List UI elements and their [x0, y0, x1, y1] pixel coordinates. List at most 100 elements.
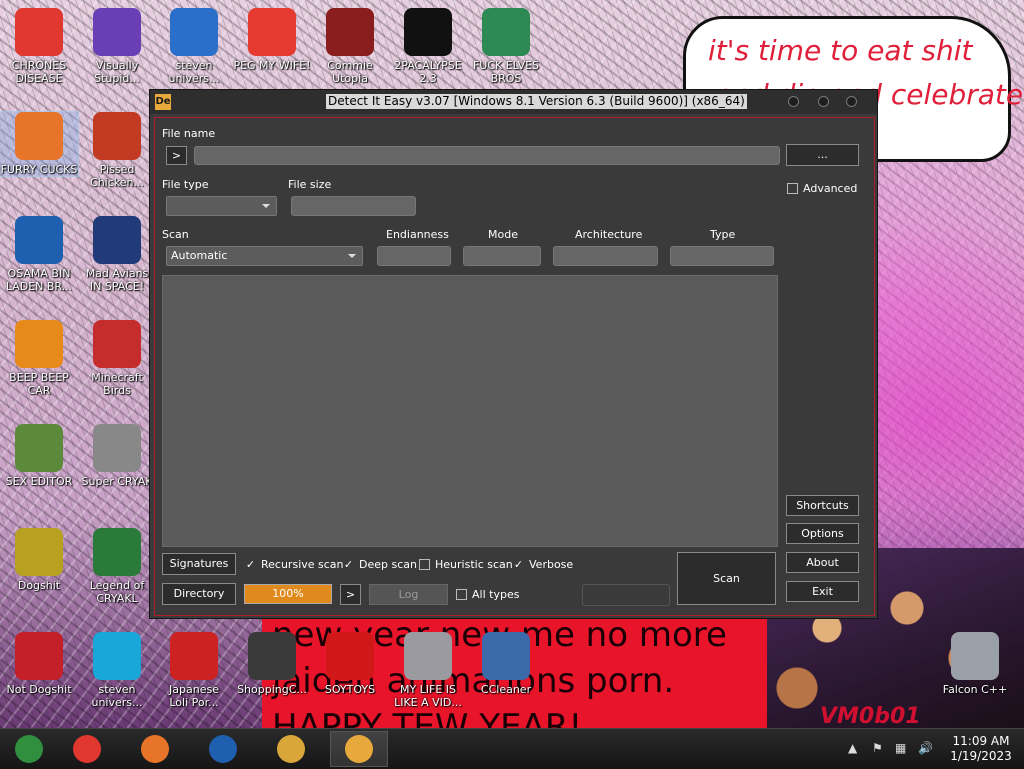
- desktop-shortcut[interactable]: SOYTOYS: [311, 632, 389, 696]
- all-types-checkbox[interactable]: All types: [456, 588, 519, 601]
- desktop-shortcut-label: Visually Stupid...: [94, 59, 140, 85]
- desktop-shortcut-label: PEG MY WIFE!: [233, 59, 311, 72]
- elf-icon: [482, 8, 530, 56]
- tray-clock[interactable]: 11:09 AM 1/19/2023: [946, 734, 1016, 764]
- desktop-shortcut-label: Pissed Chicken...: [90, 163, 144, 189]
- taskbar-item[interactable]: [0, 731, 58, 767]
- desktop-shortcut[interactable]: CCleaner: [467, 632, 545, 696]
- utopia-icon: [326, 8, 374, 56]
- results-area[interactable]: [162, 275, 778, 547]
- desktop-shortcut[interactable]: steven univers...: [78, 632, 156, 709]
- endianness-label: Endianness: [386, 228, 449, 241]
- trash-icon: [951, 632, 999, 680]
- heuristic-scan-checkbox[interactable]: Heuristic scan: [419, 558, 513, 571]
- architecture-label: Architecture: [575, 228, 643, 241]
- desktop-shortcut[interactable]: Visually Stupid...: [78, 8, 156, 85]
- desktop-shortcut[interactable]: CHRONES DISEASE: [0, 8, 78, 85]
- diamond-icon: [93, 632, 141, 680]
- dogshit-icon: [15, 528, 63, 576]
- file-explorer-icon: [277, 735, 305, 763]
- desktop-shortcut[interactable]: steven univers...: [155, 8, 233, 85]
- desktop-shortcut-label: Commie Utopia: [327, 59, 373, 85]
- game-icon: [170, 8, 218, 56]
- maximize-button[interactable]: [818, 96, 829, 107]
- advanced-checkbox[interactable]: Advanced: [787, 182, 857, 195]
- file-type-select[interactable]: [166, 196, 277, 216]
- action-center-flag-icon[interactable]: ⚑: [872, 741, 883, 755]
- deep-scan-checkbox[interactable]: ✓ Deep scan: [343, 558, 417, 571]
- status-field: [582, 584, 670, 606]
- desktop-shortcut-label: Super CRYAK: [81, 475, 153, 488]
- angry-birds-seasons-icon: [93, 112, 141, 160]
- desktop-shortcut-label: MY LIFE IS LIKE A VID...: [394, 683, 462, 709]
- file-name-input[interactable]: [194, 146, 780, 165]
- taskbar-item[interactable]: [330, 731, 388, 767]
- desktop-shortcut[interactable]: Japanese Loli Por...: [155, 632, 233, 709]
- network-icon[interactable]: ▦: [895, 741, 906, 755]
- taskbar-item[interactable]: [262, 731, 320, 767]
- desktop-shortcut[interactable]: Mad Avians IN SPACE!: [78, 216, 156, 293]
- type-field: [670, 246, 774, 266]
- chevron-down-icon: [262, 204, 270, 208]
- desktop-shortcut[interactable]: Legend of CRYAKL: [78, 528, 156, 605]
- scan-button[interactable]: Scan: [677, 552, 776, 605]
- log-button[interactable]: Log: [369, 584, 448, 605]
- taskbar-item[interactable]: [194, 731, 252, 767]
- desktop-shortcut[interactable]: SEX EDITOR: [0, 424, 78, 488]
- browse-button[interactable]: ...: [786, 144, 859, 166]
- title-bar[interactable]: De Detect It Easy v3.07 [Windows 8.1 Ver…: [150, 90, 877, 114]
- open-file-arrow-button[interactable]: >: [166, 146, 187, 165]
- scan-mode-select[interactable]: Automatic: [166, 246, 363, 266]
- desktop-shortcut[interactable]: PEG MY WIFE!: [233, 8, 311, 72]
- desktop-shortcut[interactable]: Pissed Chicken...: [78, 112, 156, 189]
- firefox-icon: [15, 112, 63, 160]
- desktop-shortcut[interactable]: FURRY CUCKS: [0, 111, 79, 177]
- desktop-shortcut[interactable]: FUCK ELVES BROS: [467, 8, 545, 85]
- scan-progress-bar: 100%: [244, 584, 332, 604]
- obama-taskbar-icon: [209, 735, 237, 763]
- desktop-shortcut-label: Not Dogshit: [6, 683, 72, 696]
- recursive-scan-checkbox[interactable]: ✓ Recursive scan: [245, 558, 344, 571]
- check-icon: ✓: [245, 558, 256, 571]
- taskbar-item[interactable]: [126, 731, 184, 767]
- desktop-shortcut[interactable]: Commie Utopia: [311, 8, 389, 85]
- desktop-shortcut[interactable]: Dogshit: [0, 528, 78, 592]
- directory-button[interactable]: Directory: [162, 583, 236, 605]
- exit-button[interactable]: Exit: [786, 581, 859, 602]
- chevron-down-icon: [348, 254, 356, 258]
- desktop-shortcut[interactable]: BEEP BEEP CAR: [0, 320, 78, 397]
- minimize-button[interactable]: [788, 96, 799, 107]
- desktop-shortcut[interactable]: Minecraft Birds: [78, 320, 156, 397]
- volume-icon[interactable]: 🔊: [918, 741, 933, 755]
- main-panel: File name > ... File type File size Adva…: [154, 117, 875, 616]
- desktop-shortcut[interactable]: Falcon C++: [936, 632, 1014, 696]
- signatures-button[interactable]: Signatures: [162, 553, 236, 575]
- all-types-label: All types: [472, 588, 520, 601]
- die-taskbar-icon: [345, 735, 373, 763]
- desktop-shortcut[interactable]: Super CRYAK: [78, 424, 156, 488]
- options-button[interactable]: Options: [786, 523, 859, 544]
- desktop-shortcut[interactable]: OSAMA BIN LADEN BR...: [0, 216, 78, 293]
- taskbar-item[interactable]: [58, 731, 116, 767]
- desktop-shortcut-label: Minecraft Birds: [91, 371, 143, 397]
- endianness-field: [377, 246, 451, 266]
- desktop-shortcut-label: Mad Avians IN SPACE!: [85, 267, 149, 293]
- recursive-scan-label: Recursive scan: [261, 558, 344, 571]
- verbose-checkbox[interactable]: ✓ Verbose: [513, 558, 573, 571]
- desktop-shortcut[interactable]: MY LIFE IS LIKE A VID...: [389, 632, 467, 709]
- obama-logo-icon: [15, 216, 63, 264]
- mode-field: [463, 246, 541, 266]
- desktop-shortcut-label: FURRY CUCKS: [0, 163, 78, 176]
- desktop-shortcut[interactable]: Not Dogshit: [0, 632, 78, 696]
- shortcuts-button[interactable]: Shortcuts: [786, 495, 859, 516]
- desktop-shortcut[interactable]: 2PACALYPSE 2.3: [389, 8, 467, 85]
- desktop-shortcut-label: SEX EDITOR: [5, 475, 73, 488]
- verbose-label: Verbose: [529, 558, 574, 571]
- desktop-shortcut[interactable]: ShoppingC...: [233, 632, 311, 696]
- next-arrow-button[interactable]: >: [340, 584, 361, 605]
- pac-icon: [248, 8, 296, 56]
- tray-expand-icon[interactable]: ▲: [848, 741, 857, 755]
- close-button[interactable]: [846, 96, 857, 107]
- about-button[interactable]: About: [786, 552, 859, 573]
- desktop-shortcut-label: Falcon C++: [942, 683, 1008, 696]
